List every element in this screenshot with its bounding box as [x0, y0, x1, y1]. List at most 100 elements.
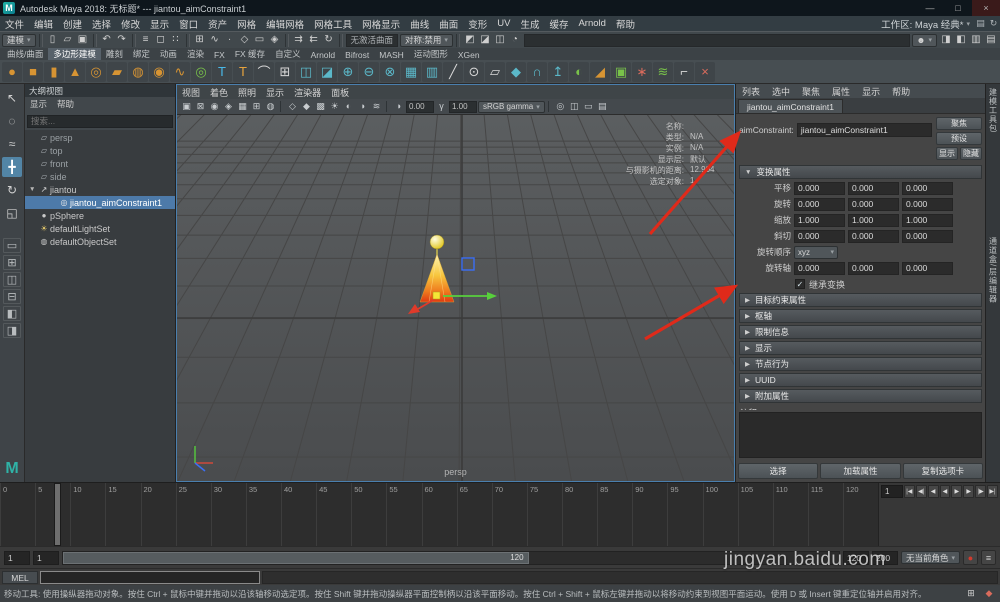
load-attributes-button[interactable]: 加载属性 — [820, 463, 901, 479]
select-by-object-icon[interactable]: ◻ — [154, 33, 168, 47]
menu-item[interactable]: 曲面 — [434, 17, 463, 31]
collapsed-section-header[interactable]: ▶ 显示 — [739, 341, 982, 355]
construction-history-icon[interactable]: ↻ — [322, 33, 336, 47]
menu-item[interactable]: 编辑 — [29, 17, 58, 31]
open-scene-icon[interactable]: ▱ — [61, 33, 75, 47]
outliner-item[interactable]: ▱ front — [25, 157, 175, 170]
workspace-selector[interactable]: 工作区: Maya 经典* ▾ — [877, 17, 974, 31]
layout-two-pane-stacked-button[interactable]: ⊟ — [3, 289, 21, 304]
menu-item[interactable]: 显示 — [145, 17, 174, 31]
menu-item[interactable]: 修改 — [116, 17, 145, 31]
character-set-selector[interactable]: 无当前角色 ▾ — [900, 551, 960, 564]
sidebar-vertical-tab[interactable]: 建模工具包 — [988, 84, 999, 137]
shelf-tab[interactable]: 渲染 — [182, 48, 209, 60]
copy-tab-button[interactable]: 复制选项卡 — [902, 463, 983, 479]
type-extrude-icon[interactable]: T — [233, 61, 253, 82]
current-frame-field[interactable]: 1 — [881, 485, 903, 498]
snap-to-point-icon[interactable]: ∙ — [223, 33, 237, 47]
motion-blur-icon[interactable]: ≋ — [370, 100, 383, 113]
view-transform-selector[interactable]: sRGB gamma ▾ — [478, 100, 545, 113]
animation-start-field[interactable]: 1 — [4, 550, 30, 565]
delete-edge-icon[interactable]: × — [695, 61, 715, 82]
layout-persp-graph-button[interactable]: ◨ — [3, 323, 21, 338]
gate-mask-icon[interactable]: ▤ — [596, 100, 609, 113]
shelf-tab[interactable]: FX — [209, 50, 230, 60]
time-slider-ticks[interactable]: 0 5 10 15 20 25 30 35 40 45 50 55 60 65 70 75 80 85 90 95 10… — [0, 483, 878, 546]
poly-pipe-icon[interactable]: ◉ — [149, 61, 169, 82]
transform-z-field[interactable]: 0.000 — [902, 197, 953, 211]
shelf-tab[interactable]: 雕刻 — [101, 48, 128, 60]
undo-icon[interactable]: ↶ — [100, 33, 114, 47]
node-name-field[interactable]: jiantou_aimConstraint1 — [796, 123, 932, 137]
status-line-divider[interactable] — [131, 33, 136, 47]
sculpt-tool-icon[interactable]: ∗ — [632, 61, 652, 82]
camera-attributes-icon[interactable]: ◉ — [208, 100, 221, 113]
shelf-tab[interactable]: 绑定 — [128, 48, 155, 60]
boolean-intersection-icon[interactable]: ⊗ — [380, 61, 400, 82]
sphere-handle[interactable] — [429, 234, 445, 250]
paint-select-tool[interactable]: ≈ — [2, 134, 22, 154]
workspace-presets-icon[interactable]: ▤ — [974, 18, 987, 29]
smooth-mesh-preview-icon[interactable]: ◎ — [191, 61, 211, 82]
presets-button[interactable]: 预设 — [936, 132, 982, 145]
shelf-tab[interactable]: 多边形建模 — [48, 48, 101, 60]
shelf-tab[interactable]: XGen — [453, 50, 485, 60]
construction-plane-icon[interactable]: ⊞ — [275, 61, 295, 82]
combine-icon[interactable]: ◫ — [296, 61, 316, 82]
step-forward-key-button[interactable]: ▶ — [963, 485, 975, 498]
playback-start-field[interactable]: 1 — [33, 550, 59, 565]
shadows-icon[interactable]: ◐ — [342, 100, 355, 113]
gamma-field[interactable]: 1.00 — [449, 100, 477, 113]
resolution-gate-icon[interactable]: ▭ — [582, 100, 595, 113]
menu-item[interactable]: 窗口 — [174, 17, 203, 31]
menu-item[interactable]: 缓存 — [544, 17, 573, 31]
transform-x-field[interactable]: 1.000 — [794, 213, 845, 227]
manipulator-center-handle[interactable] — [432, 291, 441, 300]
snap-to-view-plane-icon[interactable]: ▭ — [253, 33, 267, 47]
manipulator-x-arrowhead[interactable] — [487, 292, 497, 300]
wedge-icon[interactable]: ◢ — [590, 61, 610, 82]
poly-disc-icon[interactable]: ◍ — [128, 61, 148, 82]
command-line-input[interactable] — [40, 570, 260, 584]
textured-icon[interactable]: ▩ — [314, 100, 327, 113]
focus-button[interactable]: 聚焦 — [936, 117, 982, 130]
viewport-menu-item[interactable]: 着色 — [205, 86, 233, 99]
rotate-tool[interactable]: ↻ — [2, 180, 22, 200]
transform-z-field[interactable]: 0.000 — [902, 229, 953, 243]
transform-y-field[interactable]: 1.000 — [848, 213, 899, 227]
notes-field[interactable] — [739, 412, 982, 458]
menu-item[interactable]: 网格工具 — [309, 17, 357, 31]
go-to-start-button[interactable]: |◀ — [903, 485, 915, 498]
poly-cube-icon[interactable]: ■ — [23, 61, 43, 82]
menu-item[interactable]: 编辑网格 — [261, 17, 309, 31]
range-slider-handle[interactable]: 120 — [63, 551, 529, 564]
viewport-menu-item[interactable]: 渲染器 — [289, 86, 326, 99]
tool-settings-toggle-icon[interactable]: ◧ — [954, 33, 968, 47]
close-button[interactable]: × — [972, 0, 1000, 16]
bevel-icon[interactable]: ◆ — [506, 61, 526, 82]
bridge-icon[interactable]: ∩ — [527, 61, 547, 82]
transform-z-field[interactable]: 0.000 — [902, 181, 953, 195]
shelf-tab[interactable]: 曲线/曲面 — [2, 48, 48, 60]
menu-item[interactable]: 选择 — [87, 17, 116, 31]
go-to-end-button[interactable]: ▶| — [987, 485, 998, 498]
minimize-button[interactable]: — — [916, 0, 944, 16]
status-line-divider[interactable] — [338, 33, 343, 47]
shelf-tab[interactable]: FX 缓存 — [230, 48, 270, 60]
transform-x-field[interactable]: 0.000 — [794, 229, 845, 243]
viewport-menu-item[interactable]: 照明 — [233, 86, 261, 99]
workspace-reset-icon[interactable]: ↻ — [987, 18, 1000, 29]
collapsed-section-header[interactable]: ▶ 枢轴 — [739, 309, 982, 323]
paint-weights-icon[interactable]: ≋ — [653, 61, 673, 82]
rotate-axis-y-field[interactable]: 0.000 — [848, 261, 899, 275]
attribute-editor-menu-item[interactable]: 帮助 — [886, 85, 916, 98]
image-plane-icon[interactable]: ▦ — [236, 100, 249, 113]
move-tool[interactable]: ╋ — [2, 157, 22, 177]
outliner-item[interactable]: ▱ side — [25, 170, 175, 183]
quick-input-field[interactable] — [523, 33, 910, 47]
transform-z-field[interactable]: 1.000 — [902, 213, 953, 227]
outliner-menu-item[interactable]: 显示 — [25, 98, 52, 110]
step-forward-frame-button[interactable]: |▶ — [975, 485, 987, 498]
menu-item[interactable]: 帮助 — [611, 17, 640, 31]
inherits-transform-checkbox[interactable]: ✓ — [795, 279, 805, 289]
